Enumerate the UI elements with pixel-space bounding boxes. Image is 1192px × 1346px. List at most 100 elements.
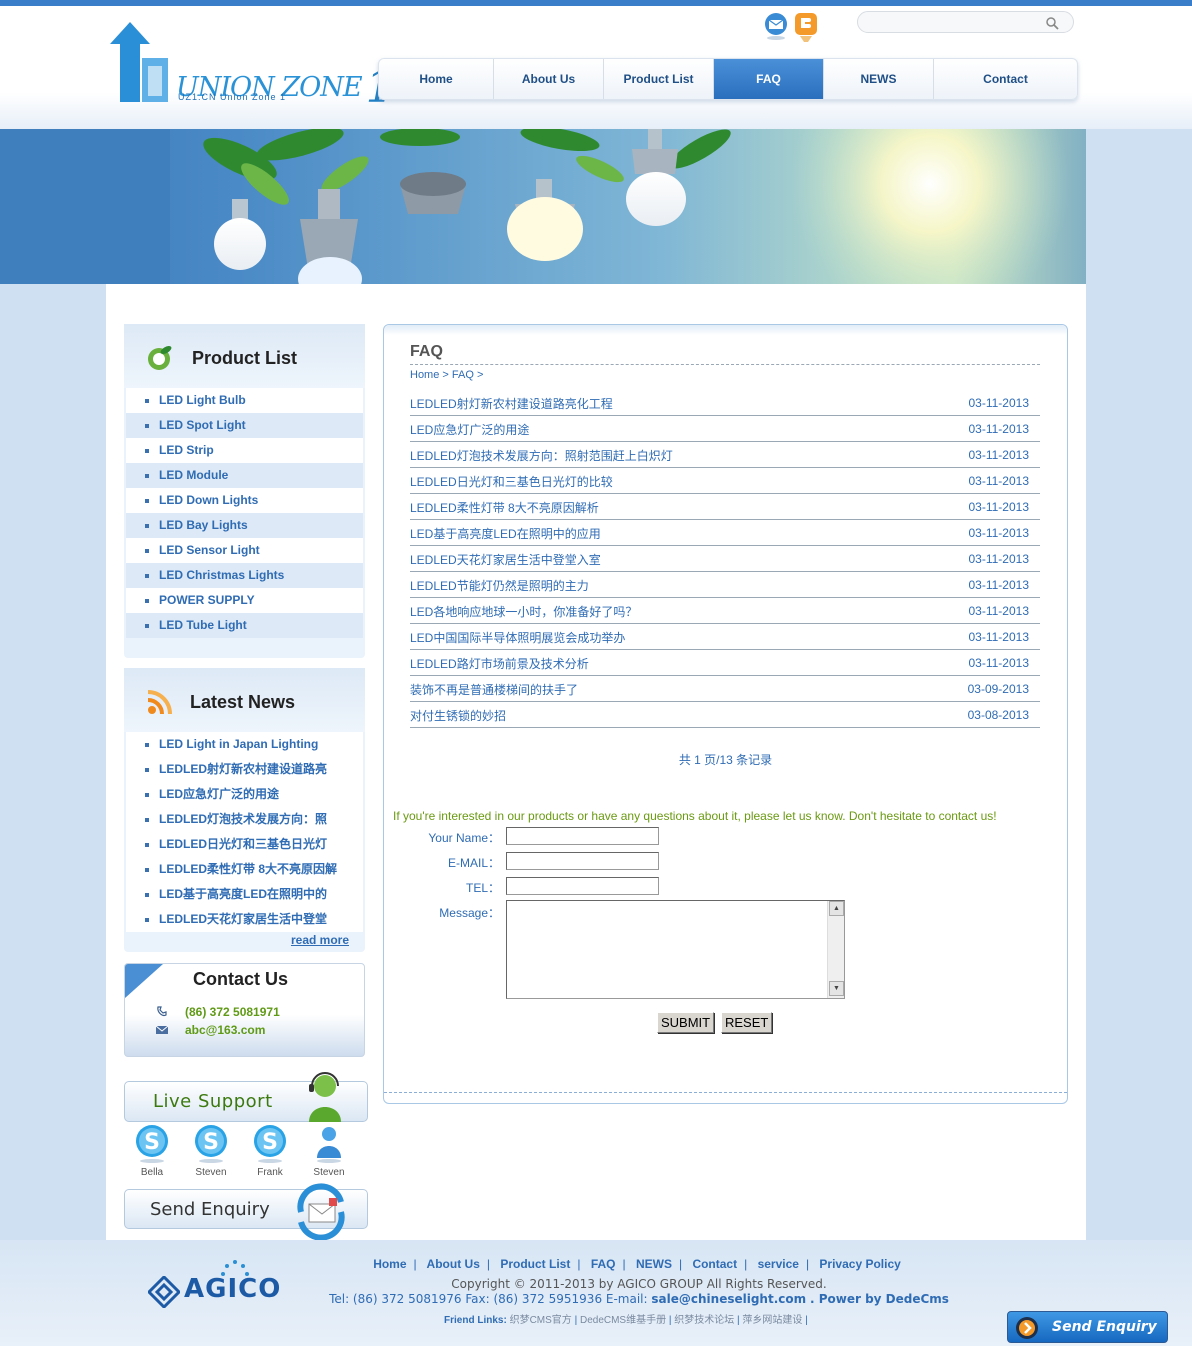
product-category-item[interactable]: LED Bay Lights bbox=[126, 513, 363, 538]
news-item[interactable]: LED应急灯广泛的用途 bbox=[126, 782, 363, 807]
news-item[interactable]: LED基于高亮度LED在照明中的 bbox=[126, 882, 363, 907]
footer-link-news[interactable]: NEWS bbox=[636, 1257, 672, 1271]
faq-title-link[interactable]: LEDLED天花灯家居生活中登堂入室 bbox=[410, 551, 601, 568]
led-bulbs-illustration bbox=[0, 129, 1192, 284]
news-item[interactable]: LED Light in Japan Lighting bbox=[126, 732, 363, 757]
search-input[interactable] bbox=[868, 15, 1038, 29]
message-label: Message： bbox=[439, 906, 500, 920]
friend-link[interactable]: 织梦CMS官方 bbox=[510, 1315, 572, 1326]
envelope-icon bbox=[155, 1025, 169, 1034]
product-category-item[interactable]: LED Light Bulb bbox=[126, 388, 363, 413]
footer-link-privacy[interactable]: Privacy Policy bbox=[819, 1257, 900, 1271]
support-agent[interactable]: S Frank bbox=[248, 1124, 292, 1178]
faq-title-link[interactable]: 对付生锈锁的妙招 bbox=[410, 707, 506, 724]
nav-faq[interactable]: FAQ bbox=[714, 59, 824, 99]
faq-title-link[interactable]: LED基于高亮度LED在照明中的应用 bbox=[410, 525, 601, 542]
news-item[interactable]: LEDLED天花灯家居生活中登堂 bbox=[126, 907, 363, 932]
reset-button[interactable]: RESET bbox=[721, 1012, 773, 1033]
scroll-down-icon[interactable]: ▼ bbox=[829, 981, 844, 996]
email-label: E-MAIL： bbox=[447, 856, 500, 870]
faq-title-link[interactable]: LED应急灯广泛的用途 bbox=[410, 421, 529, 438]
tel-field[interactable] bbox=[506, 877, 659, 895]
blogger-icon[interactable] bbox=[794, 12, 818, 42]
read-more-link[interactable]: read more bbox=[291, 933, 349, 947]
faq-row: LEDLED路灯市场前景及技术分析 03-11-2013 bbox=[410, 650, 1040, 676]
scroll-up-icon[interactable]: ▲ bbox=[829, 901, 844, 916]
product-category-item[interactable]: LED Down Lights bbox=[126, 488, 363, 513]
product-category-item[interactable]: LED Strip bbox=[126, 438, 363, 463]
faq-title-link[interactable]: LED中国国际半导体照明展览会成功举办 bbox=[410, 629, 625, 646]
footer-link-faq[interactable]: FAQ bbox=[591, 1257, 616, 1271]
floating-send-enquiry-button[interactable]: Send Enquiry bbox=[1007, 1311, 1168, 1343]
product-category-item[interactable]: LED Christmas Lights bbox=[126, 563, 363, 588]
friend-link[interactable]: 萍乡网站建设 bbox=[742, 1315, 802, 1326]
support-agent[interactable]: S Bella bbox=[130, 1124, 174, 1178]
breadcrumb[interactable]: Home > FAQ > bbox=[410, 369, 483, 381]
svg-text:S: S bbox=[144, 1130, 160, 1155]
page-title: FAQ bbox=[410, 343, 443, 360]
faq-title-link[interactable]: LEDLED灯泡技术发展方向：照射范围赶上白炽灯 bbox=[410, 447, 673, 464]
submit-button[interactable]: SUBMIT bbox=[657, 1012, 715, 1033]
search-box[interactable] bbox=[857, 11, 1074, 33]
bulb-icon bbox=[148, 346, 172, 370]
nav-contact[interactable]: Contact bbox=[934, 59, 1077, 99]
name-label: Your Name： bbox=[428, 831, 500, 845]
live-support-bar[interactable]: Live Support bbox=[124, 1072, 368, 1122]
faq-title-link[interactable]: LEDLED射灯新农村建设道路亮化工程 bbox=[410, 395, 613, 412]
product-category-item[interactable]: LED Sensor Light bbox=[126, 538, 363, 563]
faq-date: 03-11-2013 bbox=[968, 578, 1030, 592]
product-category-item[interactable]: POWER SUPPLY bbox=[126, 588, 363, 613]
footer-link-service[interactable]: service bbox=[758, 1257, 799, 1271]
friend-link[interactable]: 织梦技术论坛 bbox=[674, 1315, 734, 1326]
contact-us-title: Contact Us bbox=[193, 969, 289, 989]
corner-ribbon-icon bbox=[125, 964, 163, 998]
latest-news-title: Latest News bbox=[190, 692, 296, 712]
faq-title-link[interactable]: LED各地响应地球一小时，你准备好了吗？ bbox=[410, 603, 637, 620]
product-category-item[interactable]: LED Module bbox=[126, 463, 363, 488]
footer-link-about[interactable]: About Us bbox=[427, 1257, 480, 1271]
faq-row: LEDLED柔性灯带 8大不亮原因解析 03-11-2013 bbox=[410, 494, 1040, 520]
faq-list: LEDLED射灯新农村建设道路亮化工程 03-11-2013 LED应急灯广泛的用… bbox=[410, 390, 1040, 728]
footer-link-products[interactable]: Product List bbox=[500, 1257, 570, 1271]
message-field[interactable]: ▲ ▼ bbox=[506, 900, 845, 999]
message-textarea[interactable] bbox=[507, 901, 827, 998]
hero-banner bbox=[0, 129, 1192, 284]
header: UNION ZONE1 UZ1.CN Union Zone 1 Home Abo… bbox=[0, 6, 1192, 130]
faq-title-link[interactable]: 装饰不再是普通楼梯间的扶手了 bbox=[410, 681, 578, 698]
main-nav: Home About Us Product List FAQ NEWS Cont… bbox=[378, 58, 1078, 100]
news-item[interactable]: LEDLED射灯新农村建设道路亮 bbox=[126, 757, 363, 782]
news-item[interactable]: LEDLED柔性灯带 8大不亮原因解 bbox=[126, 857, 363, 882]
news-item[interactable]: LEDLED日光灯和三基色日光灯 bbox=[126, 832, 363, 857]
product-category-item[interactable]: LED Spot Light bbox=[126, 413, 363, 438]
nav-news[interactable]: NEWS bbox=[824, 59, 934, 99]
faq-title-link[interactable]: LEDLED日光灯和三基色日光灯的比较 bbox=[410, 473, 613, 490]
site-logo[interactable]: UNION ZONE1 UZ1.CN Union Zone 1 bbox=[108, 22, 394, 113]
product-category-item[interactable]: LED Tube Light bbox=[126, 613, 363, 638]
support-agent[interactable]: Steven bbox=[307, 1124, 351, 1178]
email-icon[interactable] bbox=[764, 12, 788, 42]
nav-home[interactable]: Home bbox=[379, 59, 494, 99]
svg-text:S: S bbox=[262, 1130, 278, 1155]
footer-link-home[interactable]: Home bbox=[373, 1257, 406, 1271]
news-item[interactable]: LEDLED灯泡技术发展方向：照 bbox=[126, 807, 363, 832]
footer-link-contact[interactable]: Contact bbox=[692, 1257, 737, 1271]
faq-row: LED各地响应地球一小时，你准备好了吗？ 03-11-2013 bbox=[410, 598, 1040, 624]
name-field[interactable] bbox=[506, 827, 659, 845]
faq-title-link[interactable]: LEDLED柔性灯带 8大不亮原因解析 bbox=[410, 499, 599, 516]
email-field[interactable] bbox=[506, 852, 659, 870]
nav-about-us[interactable]: About Us bbox=[494, 59, 604, 99]
faq-date: 03-11-2013 bbox=[968, 656, 1030, 670]
search-icon[interactable] bbox=[1045, 16, 1059, 30]
faq-title-link[interactable]: LEDLED路灯市场前景及技术分析 bbox=[410, 655, 589, 672]
friend-link[interactable]: DedeCMS维基手册 bbox=[580, 1315, 666, 1326]
send-enquiry-label: Send Enquiry bbox=[150, 1199, 270, 1220]
footer-email-link[interactable]: sale@chineselight.com bbox=[651, 1292, 806, 1306]
send-enquiry-button[interactable]: Send Enquiry bbox=[124, 1183, 368, 1240]
message-scrollbar[interactable]: ▲ ▼ bbox=[827, 901, 844, 998]
support-agent[interactable]: S Steven bbox=[189, 1124, 233, 1178]
faq-date: 03-11-2013 bbox=[968, 604, 1030, 618]
faq-date: 03-11-2013 bbox=[968, 630, 1030, 644]
faq-title-link[interactable]: LEDLED节能灯仍然是照明的主力 bbox=[410, 577, 589, 594]
faq-date: 03-08-2013 bbox=[967, 708, 1029, 722]
nav-product-list[interactable]: Product List bbox=[604, 59, 714, 99]
